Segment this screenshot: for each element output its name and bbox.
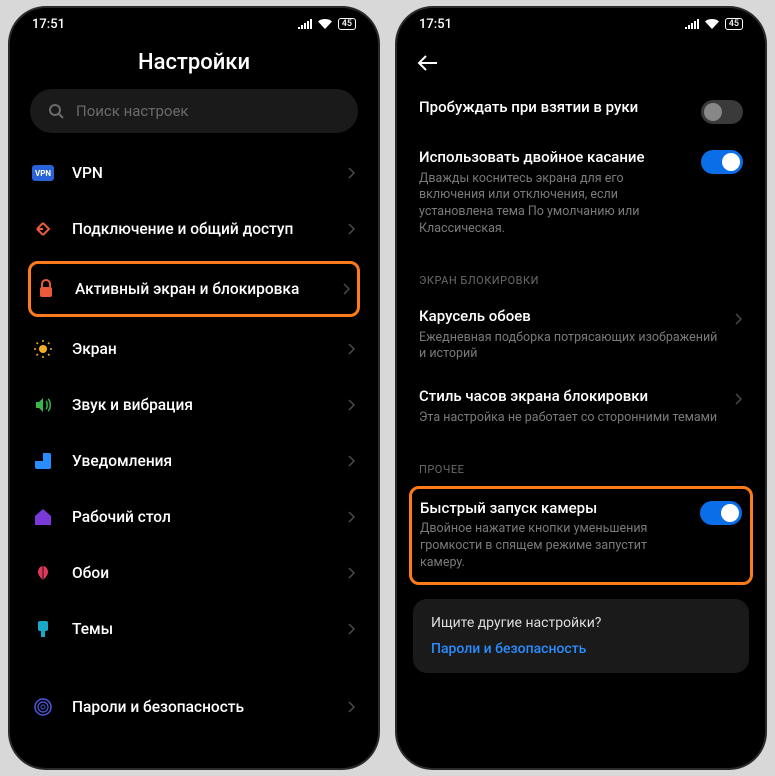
- chevron-right-icon: [348, 455, 356, 467]
- toggle-double-tap[interactable]: [701, 150, 743, 174]
- search-placeholder: Поиск настроек: [76, 102, 189, 120]
- status-bar: 17:51 45: [10, 8, 378, 40]
- row-connection-sharing[interactable]: Подключение и общий доступ: [14, 201, 374, 257]
- row-title: Использовать двойное касание: [419, 148, 687, 168]
- row-double-tap[interactable]: Использовать двойное касание Дважды косн…: [397, 136, 765, 250]
- row-label: Темы: [72, 619, 330, 639]
- row-home-screen[interactable]: Рабочий стол: [14, 489, 374, 545]
- back-icon[interactable]: [417, 54, 439, 72]
- sun-icon: [32, 338, 54, 360]
- lock-icon: [35, 278, 57, 300]
- phone-right: 17:51 45 Пробуждать при взятии в руки Ис…: [397, 8, 765, 768]
- battery-badge: 45: [725, 18, 743, 30]
- chevron-right-icon: [348, 701, 356, 713]
- home-icon: [32, 506, 54, 528]
- row-wallpaper[interactable]: Обои: [14, 545, 374, 601]
- page-title: Настройки: [10, 50, 378, 75]
- row-label: VPN: [72, 163, 330, 183]
- toggle-raise-to-wake[interactable]: [701, 100, 743, 124]
- footer-link-passwords[interactable]: Пароли и безопасность: [431, 641, 731, 657]
- chevron-right-icon: [348, 399, 356, 411]
- toggle-quick-camera[interactable]: [700, 501, 742, 525]
- row-quick-camera[interactable]: Быстрый запуск камеры Двойное нажатие кн…: [409, 486, 753, 585]
- row-label: Звук и вибрация: [72, 395, 330, 415]
- fingerprint-icon: [32, 696, 54, 718]
- footer-question: Ищите другие настройки?: [431, 615, 731, 631]
- chevron-right-icon: [348, 167, 356, 179]
- row-wallpaper-carousel[interactable]: Карусель обоев Ежедневная подборка потря…: [397, 295, 765, 375]
- row-notifications[interactable]: Уведомления: [14, 433, 374, 489]
- settings-list: VPN VPN Подключение и общий доступ Актив…: [10, 145, 378, 735]
- share-icon: [32, 218, 54, 240]
- signal-icon: [298, 19, 312, 29]
- footer-card: Ищите другие настройки? Пароли и безопас…: [413, 599, 749, 673]
- wifi-icon: [318, 19, 332, 29]
- row-subtitle: Эта настройка не работает со сторонними …: [419, 410, 721, 427]
- chevron-right-icon: [348, 511, 356, 523]
- row-sound[interactable]: Звук и вибрация: [14, 377, 374, 433]
- battery-badge: 45: [338, 18, 356, 30]
- search-icon: [48, 103, 64, 119]
- row-display[interactable]: Экран: [14, 321, 374, 377]
- chevron-right-icon: [348, 343, 356, 355]
- row-title: Быстрый запуск камеры: [420, 499, 686, 519]
- row-label: Активный экран и блокировка: [75, 279, 325, 299]
- row-subtitle: Ежедневная подборка потрясающих изображе…: [419, 330, 721, 364]
- chevron-right-icon: [348, 223, 356, 235]
- section-other: ПРОЧЕЕ: [397, 439, 765, 484]
- section-lock-screen: ЭКРАН БЛОКИРОВКИ: [397, 250, 765, 295]
- row-raise-to-wake[interactable]: Пробуждать при взятии в руки: [397, 86, 765, 136]
- status-icons: 45: [685, 18, 743, 30]
- chevron-right-icon: [348, 623, 356, 635]
- phone-left: 17:51 45 Настройки Поиск настроек VPN VP…: [10, 8, 378, 768]
- row-title: Карусель обоев: [419, 307, 721, 327]
- chevron-right-icon: [343, 283, 351, 295]
- status-time: 17:51: [32, 17, 65, 32]
- status-icons: 45: [298, 18, 356, 30]
- row-lock-screen[interactable]: Активный экран и блокировка: [28, 261, 360, 317]
- chevron-right-icon: [348, 567, 356, 579]
- row-themes[interactable]: Темы: [14, 601, 374, 657]
- status-bar: 17:51 45: [397, 8, 765, 40]
- page-header: [397, 40, 765, 86]
- row-label: Рабочий стол: [72, 507, 330, 527]
- row-label: Пароли и безопасность: [72, 697, 330, 717]
- row-label: Уведомления: [72, 451, 330, 471]
- vpn-icon: VPN: [32, 162, 54, 184]
- chevron-right-icon: [735, 393, 743, 405]
- chevron-right-icon: [735, 313, 743, 325]
- row-title: Пробуждать при взятии в руки: [419, 98, 687, 118]
- speaker-icon: [32, 394, 54, 416]
- row-title: Стиль часов экрана блокировки: [419, 387, 721, 407]
- row-label: Обои: [72, 563, 330, 583]
- search-input[interactable]: Поиск настроек: [30, 89, 358, 133]
- row-clock-style[interactable]: Стиль часов экрана блокировки Эта настро…: [397, 375, 765, 438]
- brush-icon: [32, 618, 54, 640]
- row-label: Экран: [72, 339, 330, 359]
- row-vpn[interactable]: VPN VPN: [14, 145, 374, 201]
- row-subtitle: Дважды коснитесь экрана для его включени…: [419, 171, 687, 239]
- row-label: Подключение и общий доступ: [72, 219, 330, 239]
- wifi-icon: [705, 19, 719, 29]
- status-time: 17:51: [419, 17, 452, 32]
- signal-icon: [685, 19, 699, 29]
- row-subtitle: Двойное нажатие кнопки уменьшения громко…: [420, 521, 686, 572]
- page-header: Настройки: [10, 40, 378, 89]
- row-passwords-security[interactable]: Пароли и безопасность: [14, 679, 374, 735]
- wallpaper-icon: [32, 562, 54, 584]
- notification-icon: [32, 450, 54, 472]
